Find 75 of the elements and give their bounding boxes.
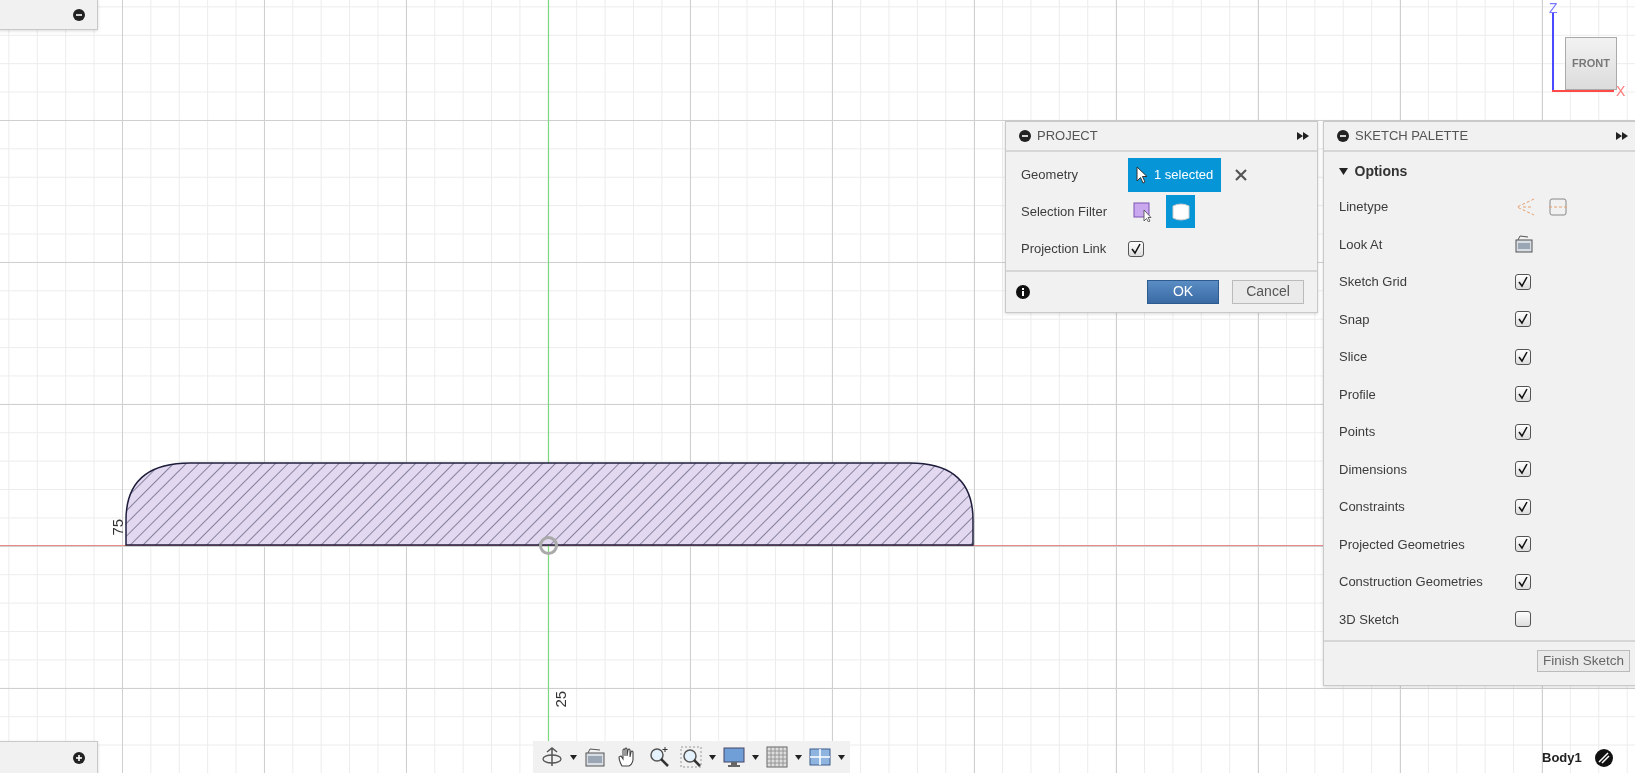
check-icon [1517,275,1529,288]
field-label: Selection Filter [1021,202,1108,221]
checkbox[interactable] [1515,498,1531,515]
checkbox[interactable] [1515,311,1531,328]
finish-sketch-button[interactable]: Finish Sketch [1536,650,1630,672]
cancel-button[interactable]: Cancel [1232,279,1304,304]
expand-arrows-icon[interactable] [1297,132,1309,140]
check-icon [1517,500,1529,513]
checkbox[interactable] [1515,536,1531,553]
caret-down-icon [1339,166,1348,176]
check-icon [1517,425,1529,438]
option-label: Profile [1339,385,1377,404]
dimension-text: 25 [551,690,571,708]
check-icon [1517,350,1529,363]
expand-arrows-icon[interactable] [1616,132,1628,140]
collapse-icon[interactable] [73,8,85,21]
logo-icon [1594,748,1613,767]
checkbox[interactable] [1515,273,1531,290]
checkbox[interactable] [1515,348,1531,365]
section-header[interactable]: Options [1324,154,1635,188]
caret-down-icon[interactable] [709,754,716,760]
viewports-icon[interactable] [809,746,831,768]
panel-title: SKETCH PALETTE [1355,127,1470,146]
option-label: Look At [1339,235,1384,254]
look-at-icon[interactable] [584,746,606,768]
collapse-icon[interactable] [1019,130,1031,142]
face-select-icon [1132,201,1153,222]
expand-icon[interactable] [73,751,85,764]
filter-toggle[interactable] [1166,195,1195,228]
option-label: Sketch Grid [1339,273,1408,291]
orbit-icon[interactable] [541,746,563,768]
ok-button[interactable]: OK [1147,279,1219,304]
caret-down-icon[interactable] [795,754,802,760]
option-label: Constraints [1339,498,1406,516]
check-icon [1517,313,1529,326]
cylinder-icon [1170,201,1191,222]
monitor-icon[interactable] [723,746,745,768]
field-label: Projection Link [1021,239,1108,258]
option-label: Points [1339,423,1377,441]
checkbox[interactable] [1515,423,1531,440]
checkbox[interactable] [1515,386,1531,403]
collapse-icon[interactable] [1337,130,1349,142]
body-name: Body1 [1542,749,1582,767]
dimension-text: 75 [108,518,128,536]
selection-button[interactable]: 1 selected [1128,157,1222,192]
option-label: Projected Geometries [1339,535,1466,554]
checkbox[interactable] [1515,611,1531,628]
checkbox[interactable] [1128,240,1144,257]
pointer-icon [1136,165,1148,184]
option-label: Linetype [1339,198,1390,216]
clear-icon[interactable] [1235,168,1248,181]
caret-down-icon[interactable] [570,754,577,760]
caret-down-icon[interactable] [752,754,759,760]
checkbox[interactable] [1515,573,1531,590]
check-icon [1130,242,1142,255]
look-at-icon[interactable] [1515,235,1533,254]
check-icon [1517,575,1529,588]
check-icon [1517,463,1529,476]
zoom-window-icon[interactable] [680,746,702,768]
option-label: Slice [1339,348,1369,366]
cube-face: FRONT [1565,37,1617,90]
option-label: Snap [1339,310,1371,329]
option-label: Dimensions [1339,460,1408,479]
field-label: Geometry [1021,165,1080,184]
info-icon [1016,284,1030,299]
sketch-profile[interactable] [125,462,974,546]
zoom-icon[interactable] [648,746,670,768]
origin-point[interactable] [539,536,558,555]
check-icon [1517,538,1529,551]
check-icon [1517,388,1529,401]
panel-title: PROJECT [1037,127,1099,146]
caret-down-icon[interactable] [838,754,845,760]
option-label: Construction Geometries [1339,573,1484,591]
checkbox[interactable] [1515,461,1531,478]
option-label: 3D Sketch [1339,610,1400,629]
